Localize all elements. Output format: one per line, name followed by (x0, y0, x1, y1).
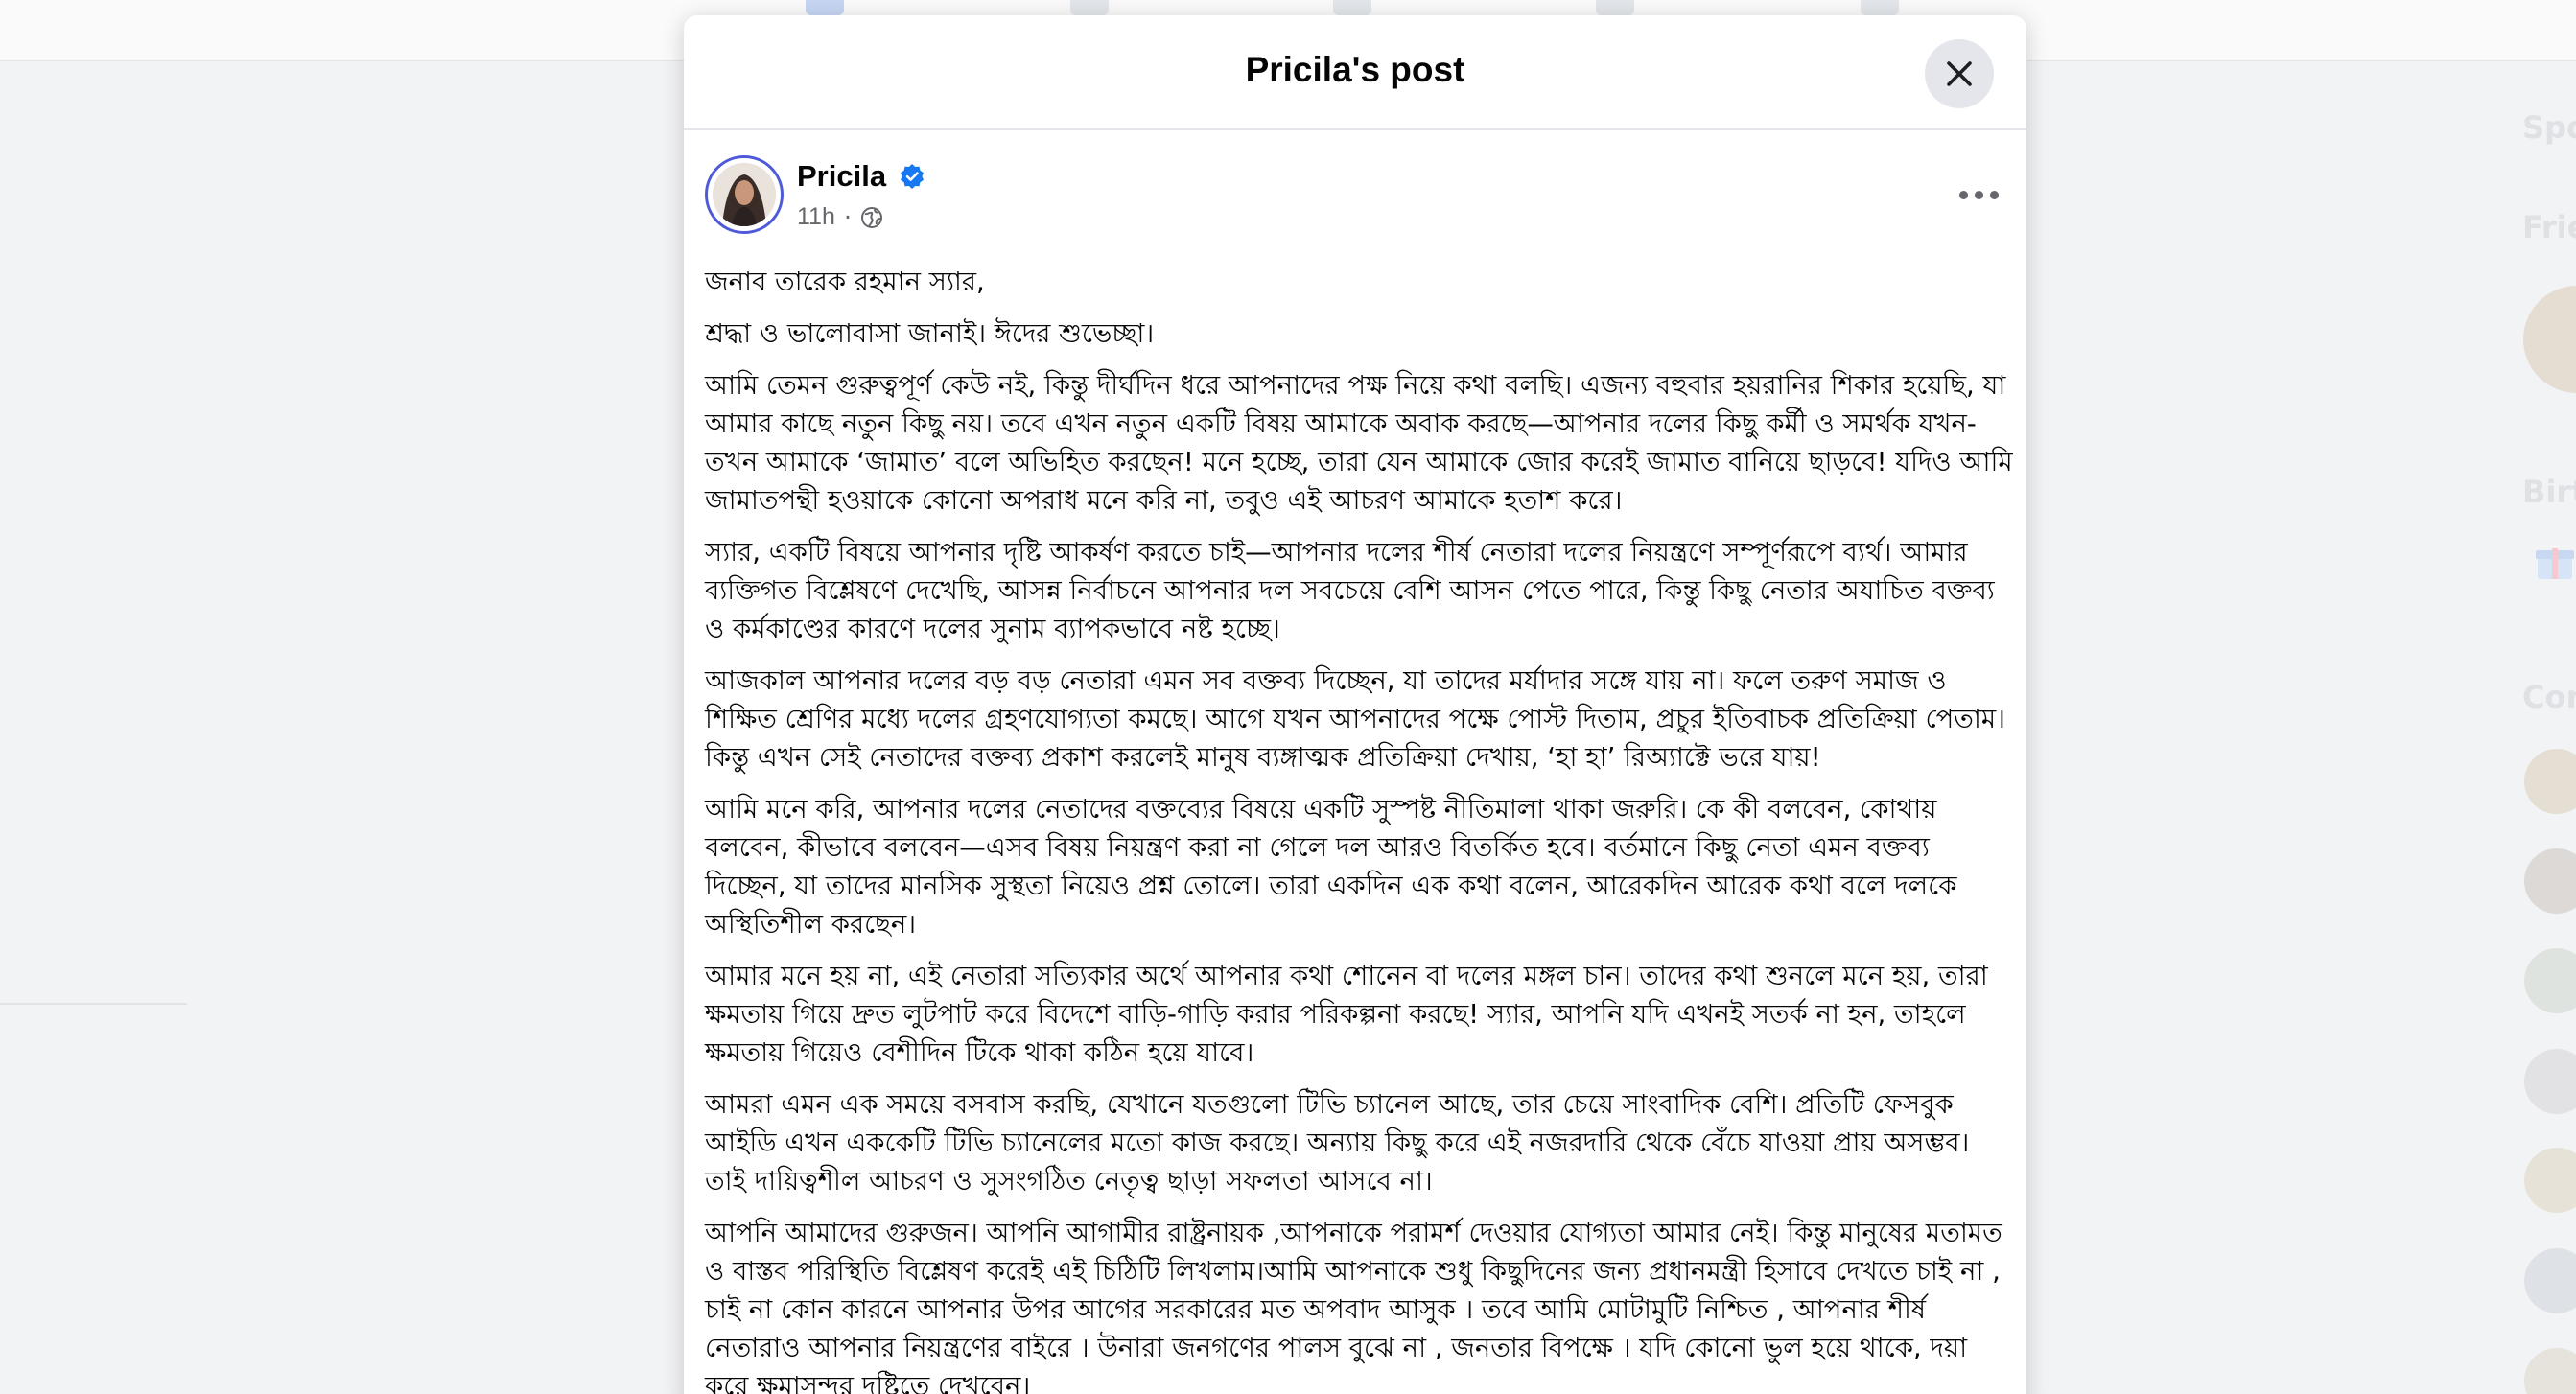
post-text: জনাব তারেক রহমান স্যার, শ্রদ্ধা ও ভালোবা… (705, 263, 2015, 1394)
post-paragraph: আপনি আমাদের গুরুজন। আপনি আগামীর রাষ্ট্রন… (705, 1218, 2002, 1394)
rail-heading-contacts: Con (2522, 679, 2576, 715)
author-avatar[interactable] (705, 155, 784, 234)
contact-avatar[interactable] (2524, 1248, 2576, 1313)
right-rail: Spo Frie Birt Con (2520, 0, 2576, 1394)
globe-icon (861, 206, 882, 228)
author-row: Pricila (797, 159, 925, 197)
contact-avatar[interactable] (2524, 749, 2576, 814)
rail-heading-friend-requests: Frie (2522, 209, 2576, 245)
friend-request-avatar[interactable] (2523, 286, 2576, 393)
nav-home-icon[interactable] (806, 0, 844, 15)
contact-avatar[interactable] (2524, 1348, 2576, 1394)
rail-heading-birthdays: Birt (2522, 474, 2576, 510)
post-paragraph: জনাব তারেক রহমান স্যার, (705, 267, 985, 297)
meta-separator: · (843, 203, 852, 231)
nav-groups-icon[interactable] (1596, 0, 1634, 15)
post-paragraph: আমার মনে হয় না, এই নেতারা সত্যিকার অর্থ… (705, 961, 1988, 1068)
post-paragraph: আমি মনে করি, আপনার দলের নেতাদের বক্তব্যে… (705, 794, 1957, 940)
post-timestamp[interactable]: 11h (797, 203, 835, 230)
nav-gaming-icon[interactable] (1861, 0, 1899, 15)
more-options-button[interactable] (1952, 174, 2005, 213)
contact-avatar[interactable] (2524, 1049, 2576, 1114)
nav-marketplace-icon[interactable] (1333, 0, 1371, 15)
contact-avatar[interactable] (2524, 948, 2576, 1013)
profile-photo (713, 163, 776, 226)
close-icon (1947, 61, 1972, 86)
verified-badge-icon (901, 164, 925, 189)
gift-icon (2536, 543, 2574, 581)
post-meta: 11h · (797, 203, 883, 234)
more-options-icon (1959, 191, 1968, 199)
modal-title: Pricila's post (1245, 50, 1465, 89)
post-paragraph: আজকাল আপনার দলের বড় বড় নেতারা এমন সব ব… (705, 665, 2006, 773)
post-header: Pricila 11h · (705, 155, 2009, 242)
close-button[interactable] (1925, 39, 1994, 108)
rail-heading-sponsored: Spo (2522, 109, 2576, 146)
author-name[interactable]: Pricila (797, 159, 886, 193)
contact-avatar[interactable] (2524, 848, 2576, 914)
post-paragraph: আমরা এমন এক সময়ে বসবাস করছি, যেখানে যতগ… (705, 1089, 1970, 1197)
post-modal: Pricila's post Pricila 11h · জনাব তারেক … (684, 15, 2026, 1394)
post-paragraph: শ্রদ্ধা ও ভালোবাসা জানাই। ঈদের শুভেচ্ছা। (705, 318, 1155, 349)
left-sidebar-divider (0, 1003, 187, 1005)
post-paragraph: আমি তেমন গুরুত্বপূর্ণ কেউ নই, কিন্তু দীর… (705, 370, 2013, 516)
modal-header: Pricila's post (684, 15, 2026, 130)
nav-video-icon[interactable] (1070, 0, 1109, 15)
post-paragraph: স্যার, একটি বিষয়ে আপনার দৃষ্টি আকর্ষণ ক… (705, 537, 1995, 644)
contact-avatar[interactable] (2524, 1148, 2576, 1213)
